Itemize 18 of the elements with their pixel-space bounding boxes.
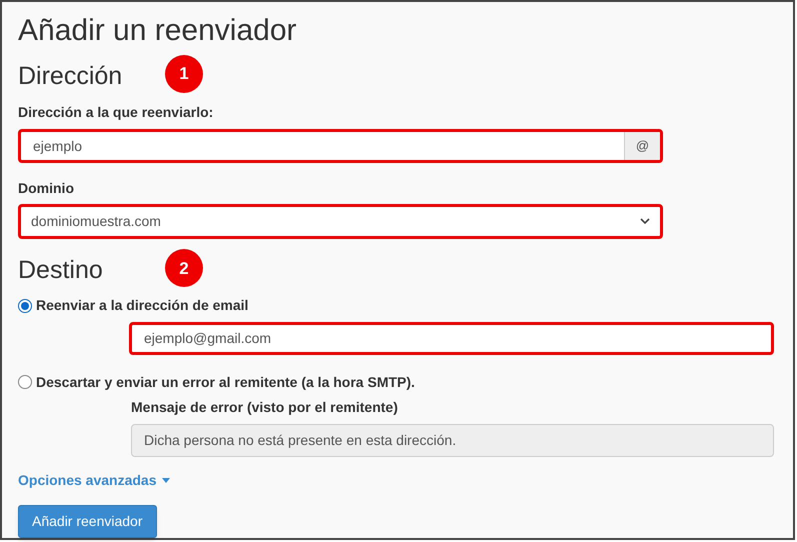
add-forwarder-button[interactable]: Añadir reenviador [18,504,157,538]
field-label: Dominio [18,179,75,198]
forward-address-field[interactable]: ejemplo @ [18,129,663,164]
option-label: Reenviar a la dirección de email [36,296,248,316]
page-title: Añadir un reenviador [18,13,298,49]
field-label: Dirección a la que reenviarlo: [18,103,214,122]
section-heading: Destino [18,255,103,286]
section-heading: Dirección [18,61,122,91]
radio-button[interactable] [18,298,32,313]
step-badge: 1 [165,55,203,93]
email-field[interactable]: ejemplo@gmail.com [129,322,774,355]
chevron-down-icon [640,218,650,226]
domain-select[interactable]: dominiomuestra.com [18,204,663,240]
field-label: Mensaje de error (visto por el remitente) [131,398,399,417]
at-addon: @ [624,132,660,160]
option-label: Descartar y enviar un error al remitente (a la hora SMTP). [36,372,415,392]
caret-down-icon [162,478,170,483]
step-badge: 2 [165,249,203,288]
